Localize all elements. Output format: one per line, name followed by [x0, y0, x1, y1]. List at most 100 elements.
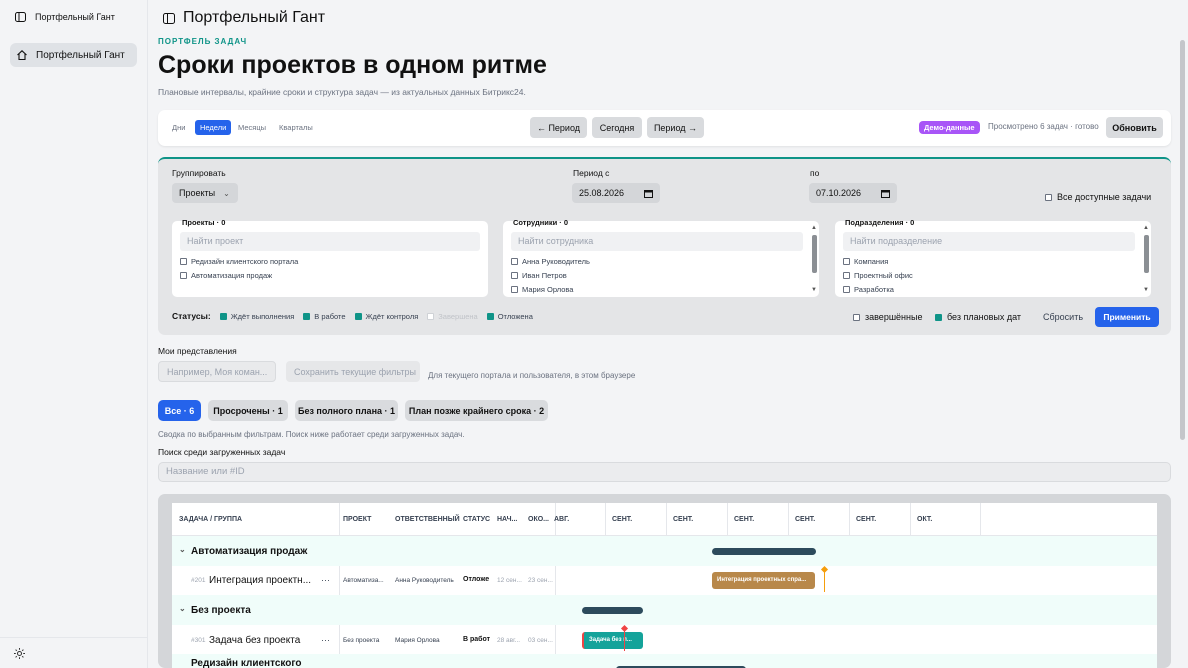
checkbox[interactable]	[935, 313, 942, 321]
chip-no-plan[interactable]: Без полного плана · 1	[295, 400, 398, 421]
department-option[interactable]: Компания	[843, 257, 888, 266]
employee-option[interactable]: Мария Орлова	[511, 285, 573, 294]
checkbox[interactable]	[843, 272, 850, 279]
panel-toggle-icon[interactable]	[163, 12, 175, 24]
timeline-month: СЕНТ.	[612, 516, 633, 523]
more-icon[interactable]: ···	[321, 635, 330, 645]
group-select[interactable]: Проекты ⌄	[172, 183, 238, 203]
gantt-header: ЗАДАЧА / ГРУППА ПРОЕКТ ОТВЕТСТВЕННЫЙ СТА…	[172, 503, 1157, 536]
period-from-input[interactable]: 25.08.2026	[572, 183, 660, 203]
views-note: Для текущего портала и пользователя, в э…	[428, 371, 636, 380]
department-option-label: Проектный офис	[854, 271, 913, 280]
department-option[interactable]: Проектный офис	[843, 271, 913, 280]
statuses-label: Статусы:	[172, 311, 211, 321]
checkbox[interactable]	[511, 286, 518, 293]
chip-late-plan[interactable]: План позже крайнего срока · 2	[405, 400, 548, 421]
view-name-input[interactable]: Например, Моя коман...	[158, 361, 276, 382]
checkbox[interactable]	[511, 258, 518, 265]
task-bar[interactable]: Задача без п...	[582, 632, 643, 649]
checkbox[interactable]	[853, 313, 860, 321]
calendar-icon[interactable]	[881, 189, 890, 198]
checkbox[interactable]	[354, 312, 362, 320]
group-summary-bar[interactable]	[582, 607, 643, 614]
checkbox[interactable]	[1045, 193, 1052, 201]
departments-title: Подразделения · 0	[845, 218, 915, 227]
sidebar-item-portfolio-gantt[interactable]: Портфельный Гант	[10, 43, 137, 67]
scale-months[interactable]: Месяцы	[233, 120, 271, 135]
timeline-divider	[605, 503, 606, 536]
scroll-thumb[interactable]	[1144, 235, 1149, 273]
sidebar-header: Портфельный Гант	[15, 12, 115, 22]
timeline-month: СЕНТ.	[673, 516, 694, 523]
department-option[interactable]: Разработка	[843, 285, 894, 294]
theme-sun-icon[interactable]	[14, 648, 25, 659]
status-option[interactable]: Ждёт контроля	[354, 312, 418, 321]
checkbox[interactable]	[486, 312, 494, 320]
page-title: Сроки проектов в одном ритме	[158, 51, 547, 79]
department-search-input[interactable]: Найти подразделение	[843, 232, 1135, 251]
timeline-divider	[788, 503, 789, 536]
checkbox[interactable]	[427, 312, 435, 320]
checkbox[interactable]	[180, 258, 187, 265]
scroll-thumb[interactable]	[812, 235, 817, 273]
period-to-input[interactable]: 07.10.2026	[809, 183, 897, 203]
project-option[interactable]: Редизайн клиентского портала	[180, 257, 298, 266]
task-name[interactable]: Задача без проекта	[209, 635, 300, 646]
checkbox[interactable]	[180, 272, 187, 279]
calendar-icon[interactable]	[644, 189, 653, 198]
checkbox[interactable]	[511, 272, 518, 279]
chevron-down-icon[interactable]: ⌄	[179, 604, 186, 613]
period-to-value: 07.10.2026	[816, 188, 862, 198]
no-dates-checkbox[interactable]: без плановых дат	[935, 312, 1021, 322]
task-bar[interactable]: Интеграция проектных спра...	[712, 572, 815, 589]
refresh-button[interactable]: Обновить	[1106, 117, 1163, 138]
status-option[interactable]: Отложена	[486, 311, 533, 321]
checkbox[interactable]	[303, 312, 311, 320]
scroll-up-icon[interactable]: ▲	[1143, 225, 1149, 231]
col-task: ЗАДАЧА / ГРУППА	[179, 516, 243, 523]
scale-quarters[interactable]: Кварталы	[274, 120, 318, 135]
scrollbar[interactable]: ▲ ▼	[811, 225, 817, 293]
scale-days[interactable]: Дни	[167, 120, 190, 135]
group-row[interactable]	[172, 536, 1157, 566]
checkbox[interactable]	[843, 286, 850, 293]
status-label: Отложена	[497, 311, 533, 321]
chevron-down-icon[interactable]: ⌄	[179, 545, 186, 554]
page-scrollbar[interactable]	[1178, 0, 1188, 668]
checkbox[interactable]	[843, 258, 850, 265]
topbar-title: Портфельный Гант	[183, 9, 326, 26]
group-summary-bar[interactable]	[712, 548, 816, 555]
status-option[interactable]: Завершена	[427, 312, 478, 321]
chip-overdue[interactable]: Просрочены · 1	[208, 400, 288, 421]
today-button[interactable]: Сегодня	[592, 117, 642, 138]
apply-button[interactable]: Применить	[1095, 307, 1159, 327]
project-search-input[interactable]: Найти проект	[180, 232, 480, 251]
all-tasks-label: Все доступные задачи	[1057, 192, 1152, 202]
scroll-down-icon[interactable]: ▼	[811, 287, 817, 293]
scroll-up-icon[interactable]: ▲	[811, 225, 817, 231]
all-tasks-checkbox[interactable]: Все доступные задачи	[1045, 192, 1151, 202]
status-option[interactable]: Ждёт выполнения	[219, 312, 294, 321]
employee-option[interactable]: Анна Руководитель	[511, 257, 590, 266]
scroll-thumb[interactable]	[1180, 40, 1185, 440]
project-option[interactable]: Автоматизация продаж	[180, 271, 272, 280]
employee-search-input[interactable]: Найти сотрудника	[511, 232, 803, 251]
next-period-button[interactable]: Период →	[647, 117, 704, 138]
more-icon[interactable]: ···	[321, 575, 330, 585]
panel-toggle-icon[interactable]	[15, 12, 26, 22]
task-search-input[interactable]: Название или #ID	[158, 462, 1171, 482]
reset-button[interactable]: Сбросить	[1043, 312, 1083, 322]
task-name[interactable]: Интеграция проектн...	[209, 575, 311, 586]
status-option[interactable]: В работе	[303, 312, 346, 321]
save-filters-button[interactable]: Сохранить текущие фильтры	[286, 361, 420, 382]
scroll-down-icon[interactable]: ▼	[1143, 287, 1149, 293]
group-row[interactable]	[172, 595, 1157, 625]
prev-period-button[interactable]: ← Период	[530, 117, 587, 138]
chip-all[interactable]: Все · 6	[158, 400, 201, 421]
employee-option[interactable]: Иван Петров	[511, 271, 567, 280]
completed-checkbox[interactable]: завершённые	[853, 312, 922, 322]
checkbox[interactable]	[219, 312, 227, 320]
eyebrow: ПОРТФЕЛЬ ЗАДАЧ	[158, 37, 248, 46]
scrollbar[interactable]: ▲ ▼	[1143, 225, 1149, 293]
scale-weeks[interactable]: Недели	[195, 120, 232, 135]
